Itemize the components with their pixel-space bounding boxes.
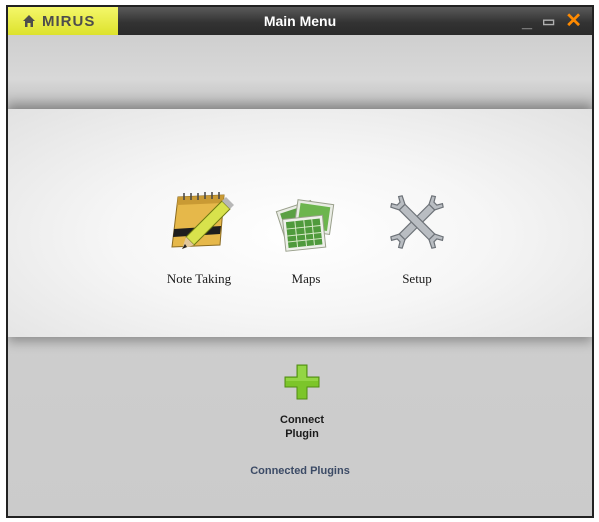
wrench-tools-icon <box>390 195 444 249</box>
plus-icon <box>284 364 320 400</box>
maximize-icon[interactable]: ▭ <box>542 7 555 35</box>
app-window: MIRUS Main Menu _ ▭ ✕ Note Taking Maps S… <box>6 5 594 518</box>
connected-plugins-label: Connected Plugins <box>250 465 350 477</box>
plugins-section: Connect Plugin Connected Plugins <box>8 337 592 516</box>
maps-button[interactable]: Maps <box>261 187 351 297</box>
minimize-icon[interactable]: _ <box>522 7 532 35</box>
connect-label-line1: Connect <box>280 414 324 426</box>
notepad-pencil-icon <box>171 192 234 249</box>
window-controls: _ ▭ ✕ <box>522 7 582 35</box>
note-taking-label: Note Taking <box>166 271 232 286</box>
connect-plugin-button[interactable]: Connect Plugin <box>262 363 342 441</box>
setup-label: Setup <box>402 271 432 286</box>
maps-icon <box>275 199 335 252</box>
note-taking-button[interactable]: Note Taking <box>154 187 244 297</box>
window-title: Main Menu <box>263 13 337 29</box>
close-icon[interactable]: ✕ <box>565 7 582 35</box>
connect-label-line2: Plugin <box>285 428 319 440</box>
maps-label: Maps <box>291 271 321 286</box>
title-bar[interactable]: MIRUS Main Menu _ ▭ ✕ <box>8 7 592 36</box>
header-band <box>8 35 592 109</box>
main-menu-band: Note Taking Maps Setup <box>8 109 592 337</box>
setup-button[interactable]: Setup <box>372 187 462 297</box>
